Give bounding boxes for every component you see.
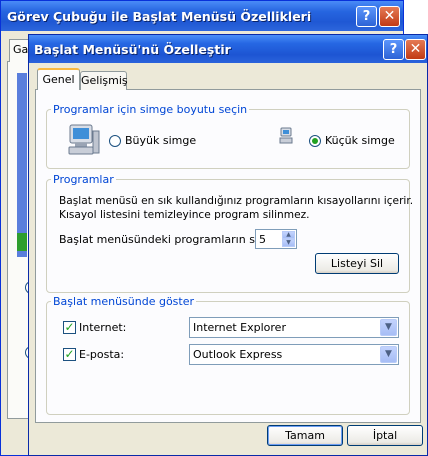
- large-icon-computer-icon: [68, 124, 100, 155]
- chevron-down-icon[interactable]: ▼: [380, 346, 397, 363]
- small-icon-computer-icon: [279, 127, 293, 144]
- background-help-button[interactable]: ?: [356, 6, 377, 27]
- dialog-title: Başlat Menüsü'nü Özelleştir: [34, 42, 231, 57]
- background-tab-label: Ga: [13, 43, 29, 56]
- email-label: E-posta:: [79, 348, 125, 361]
- background-close-button[interactable]: ✕: [379, 6, 400, 27]
- spin-up-icon[interactable]: ▲: [282, 231, 295, 239]
- dialog-help-button[interactable]: ?: [383, 39, 404, 60]
- small-icon-radio[interactable]: [309, 135, 321, 147]
- tab-general[interactable]: Genel: [37, 68, 80, 90]
- small-icon-label: Küçük simge: [325, 134, 395, 147]
- clear-list-button[interactable]: Listeyi Sil: [315, 253, 399, 274]
- programs-description-line-1: Başlat menüsü en sık kullandığınız progr…: [59, 195, 414, 207]
- internet-browser-select[interactable]: Internet Explorer ▼: [189, 317, 399, 338]
- icon-size-group-legend: Programlar için simge boyutu seçin: [53, 103, 248, 116]
- email-checkbox[interactable]: ✓: [63, 348, 76, 361]
- background-preview-taskbar: [17, 233, 27, 251]
- internet-browser-value: Internet Explorer: [193, 321, 286, 334]
- background-preview-image: [17, 73, 27, 257]
- customize-start-menu-dialog: Başlat Menüsü'nü Özelleştir ? ✕ Genel Ge…: [28, 34, 428, 456]
- internet-label: Internet:: [79, 321, 127, 334]
- ok-button[interactable]: Tamam: [267, 425, 343, 446]
- program-count-value: 5: [259, 233, 266, 246]
- background-window-title: Görev Çubuğu ile Başlat Menüsü Özellikle…: [7, 9, 312, 24]
- programs-description-line-2: Kısayol listesini temizleyince program s…: [59, 209, 310, 221]
- program-count-label: Başlat menüsündeki programların sayısı:: [59, 233, 284, 246]
- spin-down-icon[interactable]: ▼: [282, 239, 295, 247]
- dialog-close-button[interactable]: ✕: [405, 39, 426, 60]
- large-icon-label: Büyük simge: [125, 134, 197, 147]
- tab-advanced[interactable]: Gelişmiş: [80, 71, 128, 90]
- email-client-select[interactable]: Outlook Express ▼: [189, 344, 399, 365]
- large-icon-radio[interactable]: [109, 135, 121, 147]
- programs-group-legend: Programlar: [53, 173, 114, 186]
- email-client-value: Outlook Express: [193, 348, 283, 361]
- program-count-spinner[interactable]: 5 ▲ ▼: [255, 229, 297, 249]
- cancel-button[interactable]: İptal: [347, 425, 423, 446]
- chevron-down-icon[interactable]: ▼: [380, 319, 397, 336]
- internet-checkbox[interactable]: ✓: [63, 321, 76, 334]
- show-group-legend: Başlat menüsünde göster: [53, 295, 195, 308]
